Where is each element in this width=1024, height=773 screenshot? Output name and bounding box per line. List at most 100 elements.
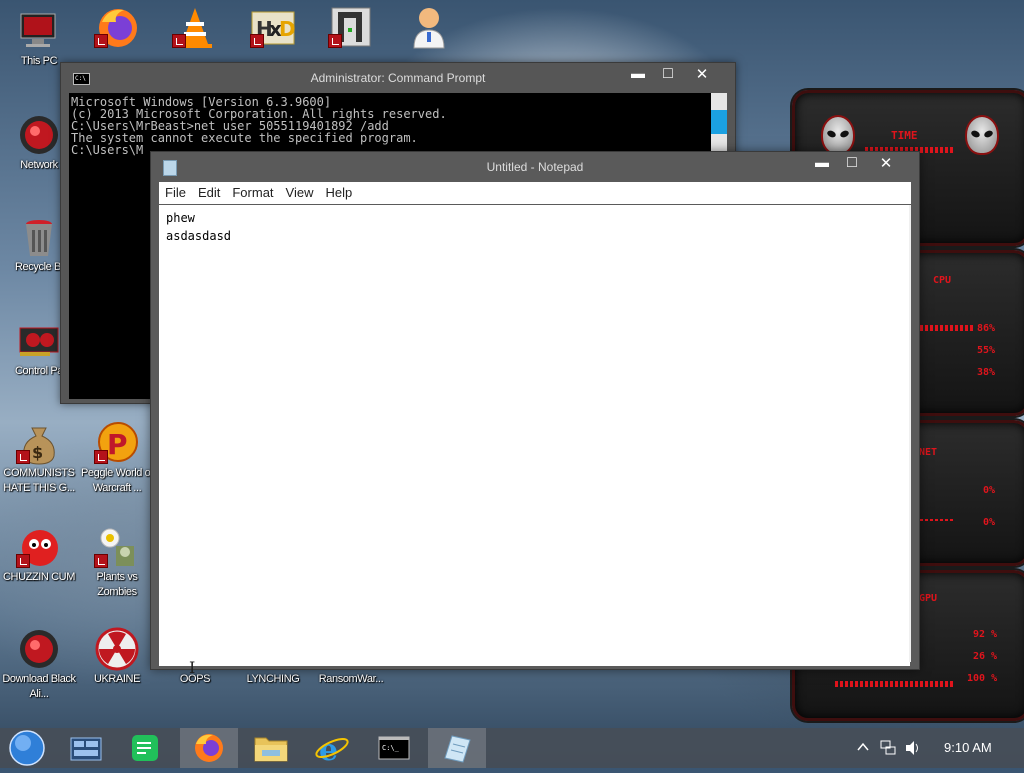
clock[interactable]: 9:10 AM — [944, 740, 992, 755]
close-button[interactable]: ✕ — [871, 154, 901, 172]
globe-red-icon — [16, 626, 62, 672]
minimize-button[interactable]: ▬ — [623, 65, 653, 81]
desktop-icon-label: Download Black Ali... — [2, 673, 76, 700]
folder-icon — [254, 737, 288, 762]
gadget-label: TIME — [891, 129, 918, 142]
desktop-icon-label: LYNCHING — [246, 673, 300, 685]
gadget-value: 86% — [977, 323, 996, 334]
gadget-label: GPU — [919, 593, 938, 604]
desktop-icon-firefox[interactable] — [78, 4, 156, 50]
desktop-icon-ukraine[interactable]: UKRAINE — [78, 626, 156, 687]
taskbar: e C:\_ 9:10 AM — [0, 728, 1024, 768]
monitor-icon — [16, 8, 62, 54]
menu-file[interactable]: File — [159, 182, 192, 204]
svg-text:e: e — [319, 733, 338, 768]
firefox-icon — [195, 734, 223, 762]
start-button[interactable] — [0, 728, 58, 768]
desktop-icon-label: UKRAINE — [93, 673, 141, 685]
desktop-icon-label: Peggle World of Warcraft ... — [80, 467, 154, 494]
maximize-button[interactable]: □ — [653, 65, 683, 83]
gadget-label: CPU — [933, 275, 952, 286]
radiation-icon — [94, 626, 140, 672]
hxd-icon: HxD — [250, 4, 296, 50]
text-line: phew — [166, 211, 195, 225]
doctor-avatar-icon — [406, 4, 452, 50]
maximize-button[interactable]: □ — [837, 154, 867, 172]
notepad-window-title: Untitled - Notepad — [486, 160, 584, 174]
firefox-icon — [94, 4, 140, 50]
network-icon[interactable] — [880, 739, 896, 760]
gadget-value: 38% — [977, 367, 996, 378]
svg-text:D: D — [279, 17, 296, 41]
speaker-icon[interactable] — [904, 739, 922, 760]
desktop-icon-app[interactable] — [312, 4, 390, 50]
gadget-label: NET — [919, 447, 938, 458]
recycle-bin-icon — [16, 214, 62, 260]
gadget-value: 0% — [983, 485, 996, 496]
globe-red-icon — [16, 112, 62, 158]
alien-head-icon — [821, 115, 855, 155]
notepad-edge — [909, 205, 911, 662]
command-prompt-icon: C:\_ — [378, 736, 410, 760]
task-view-icon — [70, 737, 102, 761]
menu-view[interactable]: View — [280, 182, 320, 204]
desktop-icon-doctor[interactable] — [390, 4, 468, 50]
taskbar-file-explorer[interactable] — [242, 728, 300, 768]
desktop-icon-chuzzin[interactable]: CHUZZIN CUM — [0, 524, 78, 585]
desktop-icon-peggle[interactable]: P Peggle World of Warcraft ... — [78, 420, 156, 496]
text-line: asdasdasd — [166, 229, 232, 243]
desktop-icon-label: CHUZZIN CUM — [3, 571, 75, 583]
taskbar-notepad[interactable] — [428, 728, 486, 768]
text-cursor-icon: I — [189, 658, 196, 677]
menu-format[interactable]: Format — [226, 182, 279, 204]
gadget-value: 100 % — [967, 673, 998, 684]
start-orb-icon — [9, 730, 45, 766]
alien-head-icon — [965, 115, 999, 155]
desktop-icon-label: COMMUNISTS HATE THIS G... — [3, 467, 75, 494]
desktop-icon-vlc[interactable] — [156, 4, 234, 50]
svg-text:P: P — [107, 428, 128, 461]
notepad-titlebar[interactable]: Untitled - Notepad ▬ □ ✕ — [151, 152, 919, 182]
svg-text:$: $ — [32, 443, 43, 462]
cmd-titlebar[interactable]: C:\ Administrator: Command Prompt ▬ □ ✕ — [61, 63, 735, 93]
vlc-cone-icon — [172, 4, 218, 50]
desktop-icon-this-pc[interactable]: This PC — [0, 8, 78, 69]
gadget-value: 26 % — [973, 651, 998, 662]
gadget-bar — [835, 681, 955, 687]
desktop-icon-plants-vs-zombies[interactable]: Plants vs Zombies — [78, 524, 156, 600]
flower-icon — [94, 524, 140, 570]
cmd-scrollbar-thumb[interactable] — [711, 110, 727, 134]
svg-text:C:\_: C:\_ — [382, 744, 400, 752]
gadget-value: 55% — [977, 345, 996, 356]
notepad-text-area[interactable]: phew asdasdasd I — [159, 205, 910, 677]
desktop-icon-communists[interactable]: $ COMMUNISTS HATE THIS G... — [0, 420, 78, 496]
taskbar-internet-explorer[interactable]: e — [304, 728, 362, 768]
taskbar-firefox[interactable] — [180, 728, 238, 768]
minimize-button[interactable]: ▬ — [807, 154, 837, 170]
menu-help[interactable]: Help — [319, 182, 358, 204]
desktop-icon-label: RansomWar... — [318, 673, 384, 685]
peggle-p-icon: P — [94, 420, 140, 466]
desktop-icon-hxd[interactable]: HxD — [234, 4, 312, 50]
console-line: The system cannot execute the specified … — [71, 131, 418, 145]
menu-edit[interactable]: Edit — [192, 182, 226, 204]
notepad-icon — [444, 735, 471, 763]
chat-app-icon — [132, 735, 158, 761]
graphics-card-icon — [16, 318, 62, 364]
taskbar-green-app[interactable] — [116, 728, 174, 768]
chuzzle-icon — [16, 524, 62, 570]
notepad-menubar: File Edit Format View Help — [159, 182, 911, 204]
close-button[interactable]: ✕ — [687, 65, 717, 83]
gadget-bar — [915, 325, 975, 331]
taskbar-task-view[interactable] — [58, 728, 116, 768]
gadget-value: 92 % — [973, 629, 998, 640]
gadget-value: 0% — [983, 517, 996, 528]
internet-explorer-icon: e — [315, 733, 349, 768]
chevron-up-icon[interactable] — [856, 738, 870, 759]
taskbar-command-prompt[interactable]: C:\_ — [366, 728, 424, 768]
money-bag-icon: $ — [16, 420, 62, 466]
desktop-icon-label: Plants vs Zombies — [96, 571, 138, 598]
maze-app-icon — [328, 4, 374, 50]
desktop-icon-download-black-ali[interactable]: Download Black Ali... — [0, 626, 78, 702]
notepad-window[interactable]: Untitled - Notepad ▬ □ ✕ File Edit Format V… — [150, 151, 920, 677]
